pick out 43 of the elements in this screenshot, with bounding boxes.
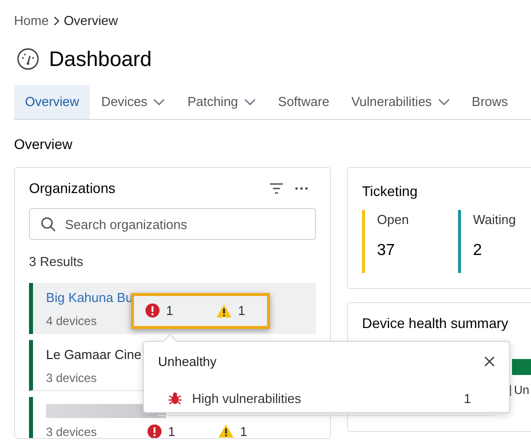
warning-icon	[218, 424, 234, 438]
stat-value: 37	[377, 240, 396, 260]
breadcrumb-current: Overview	[64, 12, 118, 30]
breadcrumb-separator-icon	[52, 16, 60, 26]
error-icon	[145, 303, 160, 318]
nav-tab[interactable]: Patching	[176, 85, 268, 119]
stat-label: Waiting	[473, 211, 516, 229]
popover-title: Unhealthy	[158, 353, 217, 371]
gauge-icon	[17, 48, 39, 70]
organization-name: Le Gamaar Cine	[46, 346, 142, 364]
card-title: Device health summary	[362, 314, 510, 333]
error-icon	[147, 424, 162, 438]
bug-icon	[168, 391, 182, 406]
more-options-icon[interactable]	[295, 187, 308, 190]
nav-tab[interactable]: Devices	[90, 85, 176, 119]
breadcrumb-link[interactable]: Home	[14, 11, 49, 30]
legend-label: Un	[514, 382, 530, 399]
popover-item-label: High vulnerabilities	[192, 390, 302, 408]
nav-tab[interactable]: Brows	[460, 85, 519, 119]
warning-count: 1	[238, 302, 246, 320]
nav-tab[interactable]: Vulnerabilities	[340, 85, 461, 119]
search-field[interactable]: Search organizations	[29, 208, 316, 240]
nav-tab[interactable]: Overview	[14, 85, 90, 119]
card-title: Ticketing	[362, 182, 419, 201]
device-count: 4 devices	[46, 313, 97, 330]
close-icon[interactable]	[484, 356, 495, 368]
filter-icon[interactable]	[270, 183, 283, 194]
popover-item-count: 1	[464, 390, 471, 408]
search-icon	[41, 217, 56, 232]
error-count: 1	[166, 302, 174, 320]
section-title: Overview	[13, 135, 74, 154]
error-count: 1	[168, 422, 176, 438]
stat-value: 2	[473, 240, 483, 260]
warning-icon	[216, 304, 232, 318]
warning-count: 1	[240, 422, 248, 438]
device-count: 3 devices	[46, 424, 97, 438]
page-title: Dashboard	[49, 46, 152, 72]
nav-tab[interactable]: Software	[267, 85, 340, 119]
results-count: 3 Results	[29, 253, 84, 271]
card-title: Organizations	[29, 179, 116, 198]
stat-label: Open	[377, 211, 409, 229]
legend-marker	[510, 384, 511, 396]
device-count: 3 devices	[46, 370, 97, 387]
